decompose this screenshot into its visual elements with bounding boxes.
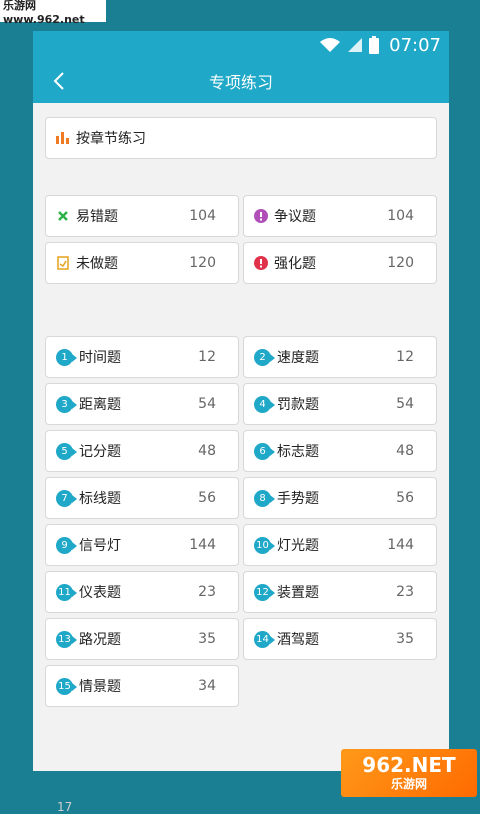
- special-item-undone[interactable]: 未做题 120: [45, 242, 239, 284]
- special-item-mistakes[interactable]: 易错题 104: [45, 195, 239, 237]
- special-item-label: 争议题: [274, 209, 316, 225]
- topic-item-gauges[interactable]: 11 仪表题 23: [45, 571, 239, 613]
- topic-item-count: 12: [396, 349, 414, 365]
- topic-item-count: 56: [396, 490, 414, 506]
- number-badge-icon: 6: [254, 442, 275, 460]
- topic-item-road[interactable]: 13 路况题 35: [45, 618, 239, 660]
- special-item-count: 120: [387, 255, 414, 271]
- topic-item-count: 144: [189, 537, 216, 553]
- number-badge-icon: 9: [56, 536, 77, 554]
- number-badge-icon: 3: [56, 395, 77, 413]
- document-icon: [57, 256, 69, 270]
- number-badge-icon: 8: [254, 489, 275, 507]
- special-item-label: 未做题: [76, 256, 118, 272]
- watermark-logo-text: 962.NET: [362, 752, 456, 777]
- number-badge-icon: 11: [56, 583, 77, 601]
- cross-icon: [58, 211, 68, 221]
- topic-item-scenario[interactable]: 15 情景题 34: [45, 665, 239, 707]
- topic-item-fine[interactable]: 4 罚款题 54: [243, 383, 437, 425]
- topic-item-points[interactable]: 5 记分题 48: [45, 430, 239, 472]
- topic-item-count: 56: [198, 490, 216, 506]
- number-badge-icon: 15: [56, 677, 77, 695]
- topic-item-label: 信号灯: [79, 538, 121, 554]
- topic-item-count: 35: [396, 631, 414, 647]
- number-badge-icon: 10: [254, 536, 275, 554]
- topic-item-devices[interactable]: 12 装置题 23: [243, 571, 437, 613]
- topic-item-count: 34: [198, 678, 216, 694]
- number-badge-icon: 5: [56, 442, 77, 460]
- number-badge-icon: 1: [56, 348, 77, 366]
- special-item-count: 104: [387, 208, 414, 224]
- special-item-label: 强化题: [274, 256, 316, 272]
- topic-item-count: 23: [396, 584, 414, 600]
- topic-item-speed[interactable]: 2 速度题 12: [243, 336, 437, 378]
- status-bar: 07:07: [33, 31, 449, 59]
- topic-item-drunk[interactable]: 14 酒驾题 35: [243, 618, 437, 660]
- topic-item-label: 仪表题: [79, 585, 121, 601]
- topic-item-label: 速度题: [277, 350, 319, 366]
- topic-item-count: 35: [198, 631, 216, 647]
- watermark-top: 乐游网 www.962.net: [0, 0, 106, 26]
- special-item-disputed[interactable]: 争议题 104: [243, 195, 437, 237]
- topic-item-gestures[interactable]: 8 手势题 56: [243, 477, 437, 519]
- chapter-practice-button[interactable]: 按章节练习: [45, 117, 437, 159]
- wifi-icon: [320, 38, 341, 52]
- topic-item-markings[interactable]: 7 标线题 56: [45, 477, 239, 519]
- topic-item-label: 记分题: [79, 444, 121, 460]
- topic-item-count: 23: [198, 584, 216, 600]
- watermark-logo: 962.NET 乐游网: [341, 749, 477, 797]
- bar-chart-icon: [56, 132, 69, 144]
- topic-item-label: 酒驾题: [277, 632, 319, 648]
- special-item-label: 易错题: [76, 209, 118, 225]
- topic-item-count: 54: [396, 396, 414, 412]
- topic-item-label: 标线题: [79, 491, 121, 507]
- topic-item-label: 距离题: [79, 397, 121, 413]
- topic-item-label: 情景题: [79, 679, 121, 695]
- watermark-logo-subtext: 乐游网: [390, 776, 427, 791]
- exclamation-icon: [254, 256, 268, 270]
- number-badge-icon: 2: [254, 348, 275, 366]
- topic-item-count: 48: [198, 443, 216, 459]
- app-bar: 专项练习: [33, 59, 449, 103]
- number-badge-icon: 14: [254, 630, 275, 648]
- number-badge-icon: 13: [56, 630, 77, 648]
- topic-item-label: 路况题: [79, 632, 121, 648]
- topic-item-distance[interactable]: 3 距离题 54: [45, 383, 239, 425]
- topic-item-label: 装置题: [277, 585, 319, 601]
- topic-item-count: 144: [387, 537, 414, 553]
- topic-item-lights[interactable]: 10 灯光题 144: [243, 524, 437, 566]
- topic-item-label: 手势题: [277, 491, 319, 507]
- number-badge-icon: 4: [254, 395, 275, 413]
- topic-item-count: 48: [396, 443, 414, 459]
- app-screen: 07:07 专项练习 按章节练习 易错题 104 争议题 104 未做题 120…: [33, 31, 449, 814]
- topic-item-label: 灯光题: [277, 538, 319, 554]
- signal-icon: [348, 38, 363, 52]
- back-button[interactable]: [47, 69, 71, 93]
- chapter-practice-label: 按章节练习: [76, 131, 146, 147]
- exclamation-icon: [254, 209, 268, 223]
- topic-item-label: 时间题: [79, 350, 121, 366]
- topic-item-traffic-light[interactable]: 9 信号灯 144: [45, 524, 239, 566]
- status-time: 07:07: [389, 34, 441, 56]
- number-badge-icon: 7: [56, 489, 77, 507]
- page-title: 专项练习: [208, 73, 273, 92]
- number-badge-icon: 12: [254, 583, 275, 601]
- special-item-count: 120: [189, 255, 216, 271]
- special-item-count: 104: [189, 208, 216, 224]
- footer-number: 17: [57, 800, 73, 814]
- battery-icon: [369, 36, 380, 54]
- status-icons: [319, 36, 380, 54]
- topic-item-time[interactable]: 1 时间题 12: [45, 336, 239, 378]
- topic-item-count: 12: [198, 349, 216, 365]
- topic-item-label: 标志题: [277, 444, 319, 460]
- topic-item-label: 罚款题: [277, 397, 319, 413]
- topic-item-count: 54: [198, 396, 216, 412]
- chevron-left-icon: [53, 72, 64, 90]
- topic-item-signs[interactable]: 6 标志题 48: [243, 430, 437, 472]
- special-item-reinforce[interactable]: 强化题 120: [243, 242, 437, 284]
